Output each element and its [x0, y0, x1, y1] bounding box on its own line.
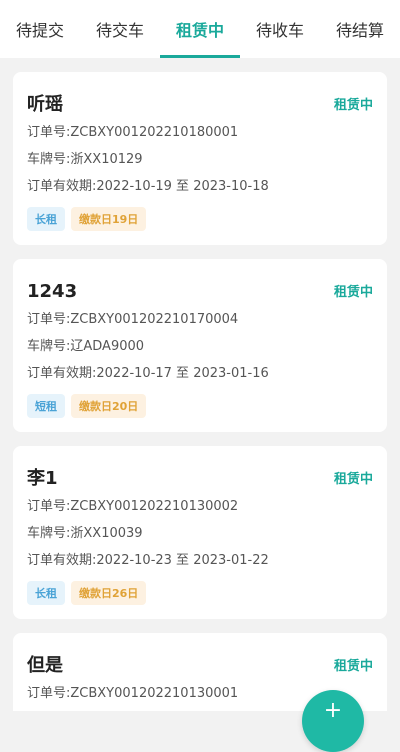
- order-status: 租赁中: [333, 659, 373, 674]
- order-number: 订单号:ZCBXY001202210180001: [27, 125, 239, 140]
- order-number: 订单号:ZCBXY001202210130002: [27, 499, 239, 514]
- tab-pending-delivery[interactable]: 待交车: [80, 0, 160, 58]
- customer-name: 李1: [27, 468, 58, 489]
- rental-type-badge: 长租: [27, 207, 65, 231]
- tab-pending-settlement[interactable]: 待结算: [320, 0, 400, 58]
- order-status: 租赁中: [333, 472, 373, 487]
- order-status: 租赁中: [333, 285, 373, 300]
- rental-type-badge: 短租: [27, 394, 65, 418]
- order-card[interactable]: 李1 租赁中 订单号:ZCBXY001202210130002 车牌号:浙XX1…: [13, 446, 387, 619]
- order-card[interactable]: 听瑶 租赁中 订单号:ZCBXY001202210180001 车牌号:浙XX1…: [13, 72, 387, 245]
- plate-number: 车牌号:浙XX10129: [27, 152, 143, 167]
- tab-pending-submit[interactable]: 待提交: [0, 0, 80, 58]
- customer-name: 1243: [27, 281, 78, 302]
- order-status: 租赁中: [333, 98, 373, 113]
- order-validity: 订单有效期:2022-10-23 至 2023-01-22: [27, 553, 269, 568]
- payment-day-badge: 缴款日26日: [71, 581, 147, 605]
- badge-group: 短租 缴款日20日: [27, 394, 147, 418]
- order-validity: 订单有效期:2022-10-19 至 2023-10-18: [27, 179, 269, 194]
- customer-name: 听瑶: [27, 94, 63, 115]
- tab-pending-return[interactable]: 待收车: [240, 0, 320, 58]
- badge-group: 长租 缴款日26日: [27, 581, 147, 605]
- plate-number: 车牌号:辽ADA9000: [27, 339, 145, 354]
- plate-number: 车牌号:浙XX10039: [27, 526, 143, 541]
- badge-group: 长租 缴款日19日: [27, 207, 147, 231]
- payment-day-badge: 缴款日20日: [71, 394, 147, 418]
- order-card[interactable]: 1243 租赁中 订单号:ZCBXY001202210170004 车牌号:辽A…: [13, 259, 387, 432]
- order-validity: 订单有效期:2022-10-17 至 2023-01-16: [27, 366, 269, 381]
- payment-day-badge: 缴款日19日: [71, 207, 147, 231]
- order-number: 订单号:ZCBXY001202210130001: [27, 686, 239, 701]
- customer-name: 但是: [27, 655, 63, 676]
- rental-type-badge: 长租: [27, 581, 65, 605]
- status-tabs: 待提交 待交车 租赁中 待收车 待结算: [0, 0, 400, 58]
- order-number: 订单号:ZCBXY001202210170004: [27, 312, 239, 327]
- order-list[interactable]: 听瑶 租赁中 订单号:ZCBXY001202210180001 车牌号:浙XX1…: [0, 58, 400, 711]
- tab-renting[interactable]: 租赁中: [160, 0, 240, 58]
- add-order-button[interactable]: +: [302, 690, 364, 752]
